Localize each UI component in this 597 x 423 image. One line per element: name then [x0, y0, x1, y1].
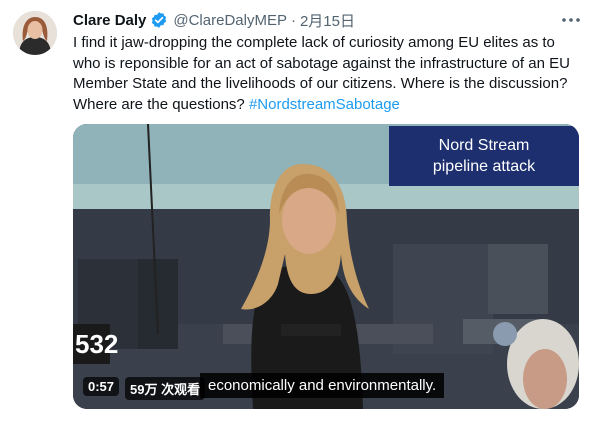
avatar[interactable] — [13, 11, 57, 55]
tweet-card[interactable]: Clare Daly @ClareDalyMEP · 2月15日 I find … — [0, 0, 597, 423]
video-duration: 0:57 — [83, 377, 120, 396]
video-subtitle: economically and environmentally. — [200, 373, 445, 398]
tweet-date[interactable]: 2月15日 — [300, 10, 355, 31]
more-options-icon[interactable] — [560, 10, 582, 30]
overlay-line-1: Nord Stream — [438, 137, 530, 154]
video-player[interactable]: Nord Stream pipeline attack 532 0:57 59万… — [73, 124, 579, 409]
verified-badge-icon — [150, 11, 168, 29]
author-name[interactable]: Clare Daly — [73, 12, 146, 29]
seat-number-sign: 532 — [73, 324, 118, 364]
hashtag-link[interactable]: #NordstreamSabotage — [249, 96, 400, 113]
tweet-header: Clare Daly @ClareDalyMEP · 2月15日 — [73, 10, 355, 30]
video-title-overlay: Nord Stream pipeline attack — [389, 126, 579, 186]
tweet-text: I find it jaw-dropping the complete lack… — [73, 33, 583, 115]
separator-dot: · — [290, 11, 296, 29]
author-handle[interactable]: @ClareDalyMEP — [173, 12, 287, 29]
overlay-line-2: pipeline attack — [432, 158, 536, 175]
video-view-count: 59万 次观看 — [125, 377, 206, 400]
